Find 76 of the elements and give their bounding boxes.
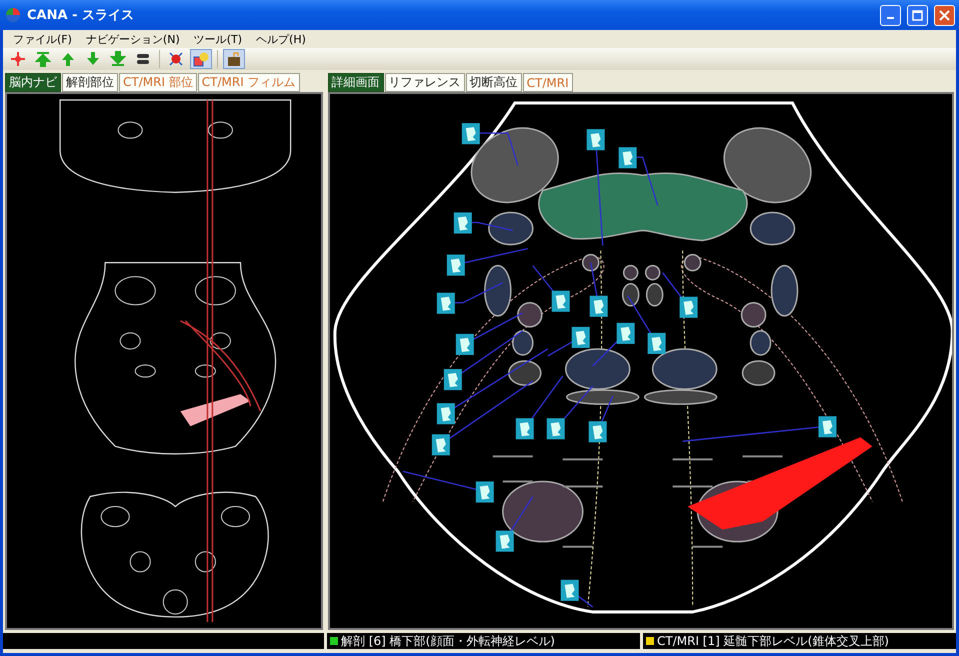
nucleus-drawing [684,254,702,272]
nucleus-drawing [644,264,660,280]
nucleus-drawing [484,264,512,317]
label-marker-icon[interactable] [462,123,480,144]
label-marker-icon[interactable] [818,416,836,438]
status-text: CT/MRI [1] 延髄下部レベル(錐体交叉上部) [657,632,889,650]
menu-item[interactable]: ヘルプ(H) [250,32,312,46]
label-marker-icon[interactable] [436,403,455,424]
overlay-icon [193,51,209,67]
nucleus-drawing [582,254,600,272]
maximize-icon [912,10,923,20]
tab[interactable]: CT/MRI 部位 [119,73,197,92]
tab[interactable]: 詳細画面 [328,73,384,92]
menu-item[interactable]: ナビゲーション(N) [80,32,186,46]
label-marker-icon[interactable] [618,147,636,168]
label-marker-icon[interactable] [444,369,462,390]
menu-item[interactable]: ツール(T) [188,32,248,46]
nucleus-drawing [516,302,542,328]
leader-line [636,156,658,206]
nucleus-drawing [770,264,798,317]
label-marker-icon[interactable] [495,530,514,552]
label-marker-icon[interactable] [432,434,450,456]
nucleus-drawing [749,330,771,356]
label-marker-icon[interactable] [571,326,590,348]
window-title: CANA - スライス [27,7,135,24]
maximize-button[interactable] [907,4,928,26]
tab[interactable]: リファレンス [384,73,465,92]
nucleus-drawing [749,212,795,246]
label-marker-icon[interactable] [589,296,608,317]
center-icon [10,51,26,67]
status-text: 解剖 [6] 橋下部(顔面・外転神経レベル) [341,632,555,650]
label-marker-icon[interactable] [679,296,698,318]
bottom-arrow-icon [110,51,126,67]
equal-icon [135,51,151,67]
label-marker-icon[interactable] [586,129,604,150]
tab[interactable]: CT/MRI フィルム [198,73,300,92]
down-arrow-icon [85,51,101,67]
label-marker-icon[interactable] [560,580,578,601]
target-icon [168,51,184,67]
tab[interactable]: 脳内ナビ [5,73,61,92]
minimize-button[interactable] [880,4,901,26]
label-marker-icon[interactable] [551,290,570,312]
tab[interactable]: 解剖部位 [62,73,118,92]
label-marker-icon[interactable] [446,254,465,276]
nucleus-drawing [622,282,640,307]
label-marker-icon[interactable] [588,421,606,442]
nucleus-drawing [508,360,542,386]
top-arrow-icon [35,51,51,67]
nucleus-drawing [512,330,534,356]
tab[interactable]: 切断高位 [466,73,522,92]
toolbar-button[interactable] [223,49,245,69]
menu-item[interactable]: ファイル(F) [7,32,78,46]
leader-line [472,222,513,232]
tab[interactable]: CT/MRI [522,73,573,92]
close-icon [939,10,950,20]
close-button[interactable] [934,4,955,26]
label-marker-icon[interactable] [476,481,494,503]
label-marker-icon[interactable] [454,212,472,234]
app-logo-icon [5,7,21,23]
highlighted-region [180,394,250,426]
nucleus-drawing [488,212,534,246]
leader-line [454,282,503,304]
nucleus-drawing [741,360,775,386]
label-marker-icon[interactable] [456,334,474,355]
film-icon [226,51,242,67]
minimize-icon [887,17,894,19]
label-marker-icon[interactable] [647,332,666,354]
nucleus-drawing [622,264,638,280]
nucleus-drawing [646,282,664,307]
nucleus-drawing [740,302,766,328]
label-marker-icon[interactable] [546,418,564,440]
up-arrow-icon [60,51,76,67]
label-marker-icon[interactable] [616,322,634,344]
label-marker-icon[interactable] [515,418,534,440]
leader-line [480,132,518,166]
label-marker-icon[interactable] [436,292,455,314]
